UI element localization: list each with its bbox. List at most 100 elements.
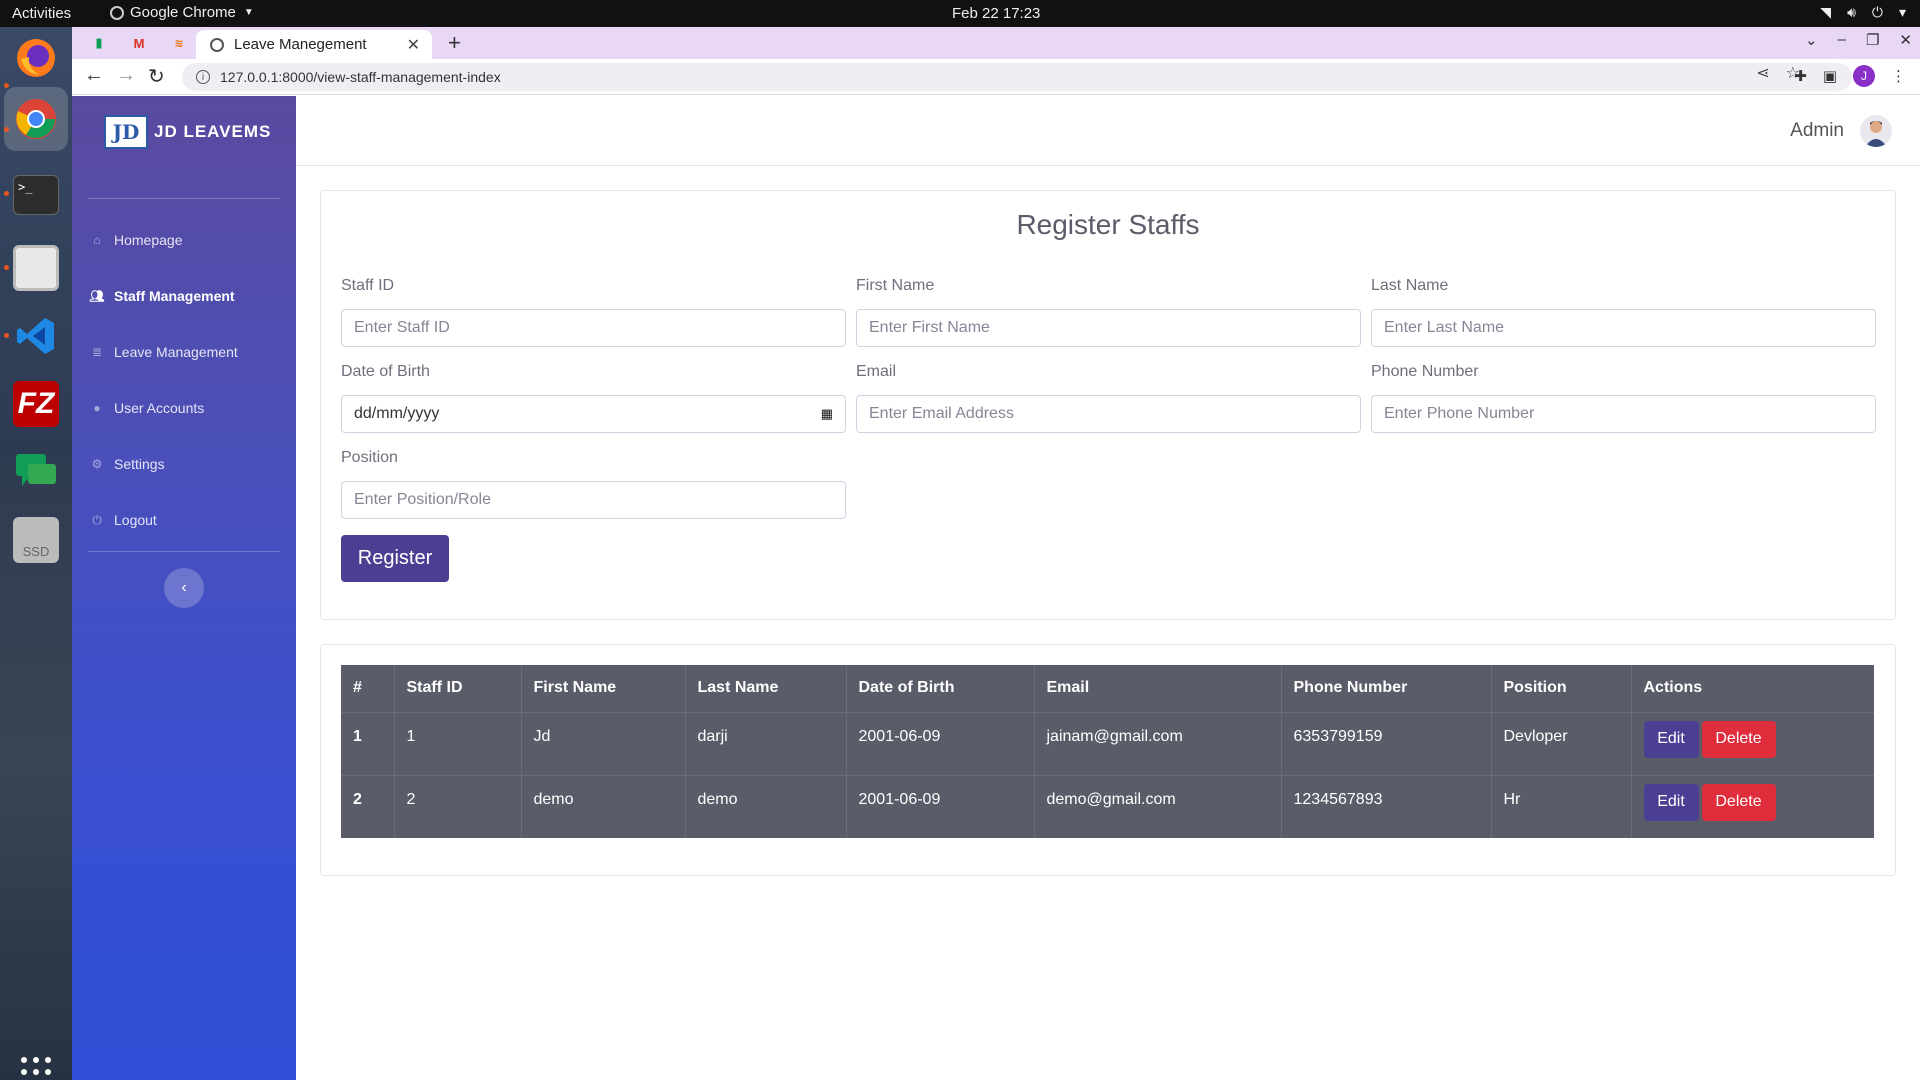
maximize-icon[interactable]: ❐ xyxy=(1866,31,1879,49)
staff-table-card: # Staff ID First Name Last Name Date of … xyxy=(320,644,1896,876)
url-text[interactable]: 127.0.0.1:8000/view-staff-management-ind… xyxy=(220,69,501,85)
email-label: Email xyxy=(856,363,897,380)
app-menu[interactable]: Google Chrome ▼ xyxy=(110,4,254,21)
top-navbar: Admin xyxy=(296,96,1920,166)
cell-first-name: demo xyxy=(521,774,686,838)
terminal-running-indicator xyxy=(4,191,9,196)
volume-icon: 🔊︎ xyxy=(1847,4,1856,20)
sidebar-item-settings[interactable]: ⚙ Settings xyxy=(88,452,288,476)
system-tray[interactable]: ◥ 🔊︎ ⏻ ▾ xyxy=(1820,4,1906,21)
dob-input[interactable]: dd/mm/yyyy ▦ xyxy=(341,395,846,433)
address-bar[interactable]: i 127.0.0.1:8000/view-staff-management-i… xyxy=(182,63,1852,91)
back-icon[interactable]: ← xyxy=(84,64,104,87)
brand[interactable]: JD JD LEAVEMS xyxy=(104,115,271,149)
chrome-icon[interactable] xyxy=(4,87,68,151)
system-top-bar: Activities Google Chrome ▼ Feb 22 17:23 … xyxy=(0,0,1920,27)
chrome-menu-icon[interactable]: ⋮ xyxy=(1891,67,1906,85)
chrome-running-indicator xyxy=(4,127,9,132)
table-header-row: # Staff ID First Name Last Name Date of … xyxy=(341,665,1874,713)
user-icon: ● xyxy=(93,401,101,415)
cell-actions: Edit Delete xyxy=(1631,774,1874,838)
sidebar-item-staff-management[interactable]: 👥︎ Staff Management xyxy=(88,284,288,308)
brand-logo: JD xyxy=(104,115,148,149)
calendar-icon[interactable]: ▦ xyxy=(821,406,833,422)
delete-button[interactable]: Delete xyxy=(1701,783,1776,821)
new-tab-icon[interactable]: + xyxy=(448,30,461,56)
sidebar-item-homepage[interactable]: ⌂ Homepage xyxy=(88,228,288,252)
email-input[interactable] xyxy=(856,395,1361,433)
sidebar-item-logout[interactable]: ⏻ Logout xyxy=(88,508,288,532)
power-icon: ⏻ xyxy=(1871,4,1883,20)
vscode-icon[interactable] xyxy=(13,313,59,359)
side-panel-icon[interactable]: ▣ xyxy=(1823,67,1837,85)
cell-actions: Edit Delete xyxy=(1631,711,1874,775)
profile-avatar[interactable]: J xyxy=(1853,65,1875,87)
site-info-icon[interactable]: i xyxy=(196,70,210,84)
edit-button[interactable]: Edit xyxy=(1643,720,1699,758)
chat-icon[interactable] xyxy=(13,449,59,495)
tab-close-icon[interactable]: ✕ xyxy=(407,35,420,55)
column-header: First Name xyxy=(521,665,686,713)
filezilla-icon[interactable]: FZ xyxy=(13,381,59,427)
sidebar-item-label: Settings xyxy=(114,456,165,472)
terminal-icon[interactable]: >_ xyxy=(13,175,59,215)
register-button[interactable]: Register xyxy=(341,535,449,582)
ssd-label: SSD xyxy=(22,544,50,559)
position-label: Position xyxy=(341,449,398,466)
clock[interactable]: Feb 22 17:23 xyxy=(952,5,1040,22)
sidebar-item-label: Logout xyxy=(114,512,157,528)
sidebar-item-label: User Accounts xyxy=(114,400,205,416)
minimize-icon[interactable]: – xyxy=(1838,31,1846,49)
last-name-input[interactable] xyxy=(1371,309,1876,347)
user-name[interactable]: Admin xyxy=(1790,120,1844,142)
form-title: Register Staffs xyxy=(1016,209,1200,240)
column-header: Actions xyxy=(1631,665,1874,713)
cell-dob: 2001-06-09 xyxy=(846,711,1035,775)
sidebar-item-label: Leave Management xyxy=(114,344,238,360)
column-header: Staff ID xyxy=(394,665,522,713)
activities-button[interactable]: Activities xyxy=(12,5,71,22)
firefox-icon[interactable] xyxy=(13,35,59,81)
extensions-puzzle-icon[interactable]: ✚ xyxy=(1794,67,1807,85)
sidebar-item-user-accounts[interactable]: ● User Accounts xyxy=(88,396,288,420)
cell-email: demo@gmail.com xyxy=(1034,774,1282,838)
avatar[interactable] xyxy=(1860,115,1892,147)
sidebar-divider xyxy=(88,198,280,199)
files-icon[interactable] xyxy=(13,245,59,291)
cell-dob: 2001-06-09 xyxy=(846,774,1035,838)
edit-button[interactable]: Edit xyxy=(1643,783,1699,821)
column-header: Date of Birth xyxy=(846,665,1035,713)
forward-icon[interactable]: → xyxy=(116,64,136,87)
share-icon[interactable]: ⋖ xyxy=(1756,63,1769,83)
cell-phone: 6353799159 xyxy=(1281,711,1492,775)
delete-button[interactable]: Delete xyxy=(1701,720,1776,758)
tab-title: Leave Manegement xyxy=(234,36,367,53)
phone-input[interactable] xyxy=(1371,395,1876,433)
database-icon: ≣ xyxy=(91,345,103,359)
show-apps-icon[interactable] xyxy=(21,1057,51,1080)
staff-id-input[interactable] xyxy=(341,309,846,347)
phpmyadmin-icon[interactable]: ≋ xyxy=(168,33,190,53)
close-window-icon[interactable]: ✕ xyxy=(1899,31,1912,49)
sidebar-item-leave-management[interactable]: ≣ Leave Management xyxy=(88,340,288,364)
tab-leave-management[interactable]: Leave Manegement ✕ xyxy=(196,30,432,59)
column-header: Position xyxy=(1491,665,1632,713)
sidebar-toggle-button[interactable]: ‹ xyxy=(164,568,204,608)
staff-id-label: Staff ID xyxy=(341,277,395,294)
tab-search-icon[interactable]: ⌄ xyxy=(1805,31,1818,49)
position-input[interactable] xyxy=(341,481,846,519)
caret-down-icon: ▼ xyxy=(243,7,254,18)
cell-position: Devloper xyxy=(1491,711,1632,775)
last-name-label: Last Name xyxy=(1371,277,1449,294)
sheets-icon[interactable]: ▮ xyxy=(88,33,110,53)
first-name-input[interactable] xyxy=(856,309,1361,347)
cell-phone: 1234567893 xyxy=(1281,774,1492,838)
browser-toolbar: ← → ↻ i 127.0.0.1:8000/view-staff-manage… xyxy=(72,59,1920,95)
ssd-drive-icon[interactable]: SSD xyxy=(13,517,59,563)
window-controls: ⌄ – ❐ ✕ xyxy=(1805,31,1912,49)
gmail-icon[interactable]: M xyxy=(128,33,150,53)
reload-icon[interactable]: ↻ xyxy=(148,64,165,89)
staff-table: # Staff ID First Name Last Name Date of … xyxy=(341,665,1874,838)
tray-caret-icon: ▾ xyxy=(1898,4,1906,20)
firefox-running-indicator xyxy=(4,83,9,88)
